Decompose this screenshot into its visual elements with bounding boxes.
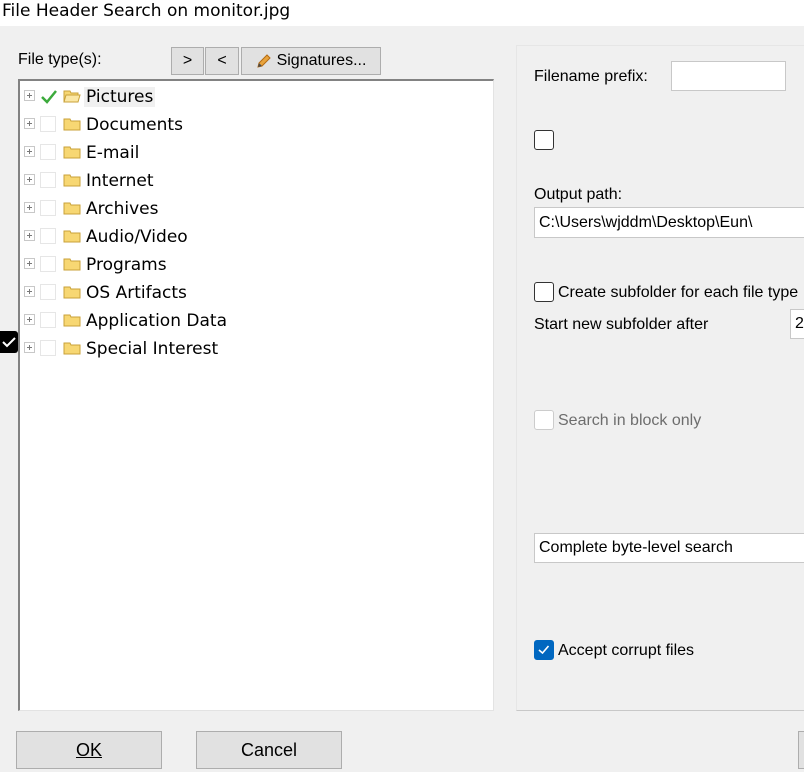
expand-icon[interactable]: [24, 90, 35, 101]
ok-button-label: OK: [75, 739, 102, 760]
expand-icon[interactable]: [24, 118, 35, 129]
tree-checkbox[interactable]: [40, 228, 56, 244]
signatures-label: Signatures...: [276, 52, 367, 69]
folder-icon: [63, 202, 81, 215]
folder-icon: [63, 174, 81, 187]
cancel-button[interactable]: Cancel: [196, 731, 342, 769]
add-type-button[interactable]: >: [171, 47, 204, 75]
folder-icon: [63, 230, 81, 243]
tree-node-os-artifacts[interactable]: OS Artifacts: [24, 281, 484, 305]
filename-prefix-label: Filename prefix:: [534, 68, 648, 85]
edge-checkbox[interactable]: [0, 331, 18, 353]
folder-icon: [63, 258, 81, 271]
tree-checkbox[interactable]: [40, 200, 56, 216]
window-title: File Header Search on monitor.jpg: [0, 0, 804, 26]
expand-icon[interactable]: [24, 286, 35, 297]
create-subfolder-label[interactable]: Create subfolder for each file type: [558, 284, 798, 302]
start-subfolder-input[interactable]: 2: [790, 309, 804, 339]
signatures-button[interactable]: Signatures...: [241, 47, 381, 75]
expand-icon[interactable]: [24, 230, 35, 241]
remove-type-button[interactable]: <: [205, 47, 239, 75]
folder-open-icon: [63, 90, 81, 103]
search-mode-dropdown[interactable]: Complete byte-level search: [534, 533, 804, 563]
tree-node-label: Archives: [86, 199, 159, 219]
create-subfolder-checkbox[interactable]: [534, 282, 554, 302]
output-path-label: Output path:: [534, 186, 623, 203]
tree-node-label: Application Data: [86, 311, 227, 331]
tree-node-audio-video[interactable]: Audio/Video: [24, 225, 484, 249]
check-icon: [538, 645, 550, 655]
unlabeled-checkbox[interactable]: [534, 130, 554, 150]
tree-checkbox[interactable]: [40, 256, 56, 272]
tree-node-pictures[interactable]: Pictures: [24, 85, 484, 109]
tree-node-label: OS Artifacts: [86, 283, 187, 303]
folder-icon: [63, 342, 81, 355]
output-path-input[interactable]: C:\Users\wjddm\Desktop\Eun\: [534, 207, 804, 238]
tree-node-internet[interactable]: Internet: [24, 169, 484, 193]
expand-icon[interactable]: [24, 258, 35, 269]
tree-node-label: E-mail: [86, 143, 140, 163]
folder-icon: [63, 118, 81, 131]
check-icon: [41, 90, 57, 104]
tree-checkbox[interactable]: [40, 172, 56, 188]
folder-icon: [63, 146, 81, 159]
search-block-checkbox[interactable]: [534, 410, 554, 430]
file-type-tree[interactable]: Pictures Documents E-mail Internet Archi…: [18, 79, 494, 711]
tree-node-email[interactable]: E-mail: [24, 141, 484, 165]
filename-prefix-input[interactable]: [671, 61, 786, 91]
tree-node-label: Internet: [86, 171, 154, 191]
pencil-icon: [256, 54, 271, 68]
options-panel: [516, 45, 804, 711]
expand-icon[interactable]: [24, 314, 35, 325]
check-icon: [2, 337, 16, 348]
tree-node-archives[interactable]: Archives: [24, 197, 484, 221]
accept-corrupt-checkbox[interactable]: [534, 640, 554, 660]
tree-node-label: Documents: [86, 115, 183, 135]
tree-node-label: Programs: [86, 255, 167, 275]
tree-checkbox[interactable]: [40, 284, 56, 300]
tree-node-special-interest[interactable]: Special Interest: [24, 337, 484, 361]
tree-node-programs[interactable]: Programs: [24, 253, 484, 277]
accept-corrupt-label[interactable]: Accept corrupt files: [558, 642, 694, 660]
tree-node-application-data[interactable]: Application Data: [24, 309, 484, 333]
expand-icon[interactable]: [24, 146, 35, 157]
folder-icon: [63, 286, 81, 299]
search-block-label[interactable]: Search in block only: [558, 412, 701, 430]
tree-node-label: Audio/Video: [86, 227, 188, 247]
tree-checkbox[interactable]: [40, 88, 57, 104]
expand-icon[interactable]: [24, 342, 35, 353]
tree-checkbox[interactable]: [40, 144, 56, 160]
start-subfolder-label: Start new subfolder after: [534, 316, 709, 333]
ok-button[interactable]: OK: [16, 731, 162, 769]
tree-checkbox[interactable]: [40, 340, 56, 356]
tree-node-documents[interactable]: Documents: [24, 113, 484, 137]
folder-icon: [63, 314, 81, 327]
tree-checkbox[interactable]: [40, 312, 56, 328]
tree-node-label: Pictures: [84, 87, 156, 107]
tree-node-label: Special Interest: [86, 339, 219, 359]
file-types-label: File type(s):: [18, 51, 102, 68]
tree-checkbox[interactable]: [40, 116, 56, 132]
help-button[interactable]: [798, 731, 804, 769]
expand-icon[interactable]: [24, 202, 35, 213]
expand-icon[interactable]: [24, 174, 35, 185]
